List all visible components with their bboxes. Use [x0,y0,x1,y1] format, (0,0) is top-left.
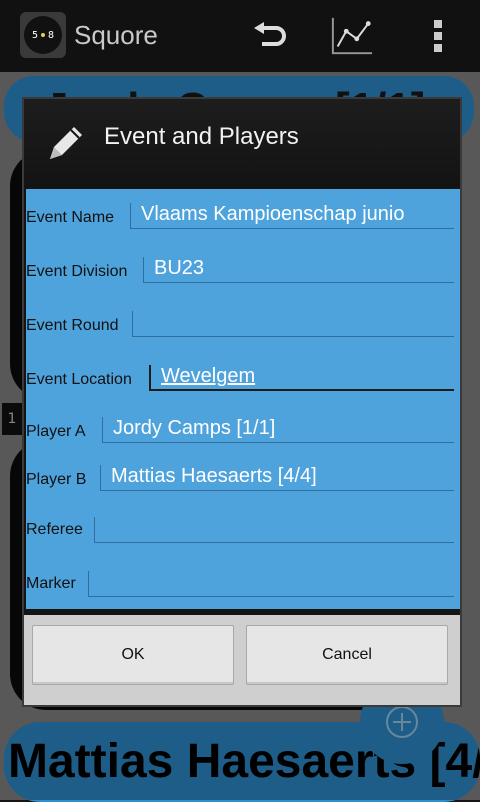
event-round-row: Event Round [26,297,460,351]
cancel-button[interactable]: Cancel [246,625,448,685]
player-a-input[interactable]: Jordy Camps [1/1] [102,417,454,443]
event-name-row: Event Name Vlaams Kampioenschap junio [26,189,460,243]
event-name-label: Event Name [26,209,115,226]
event-players-form: Event Name Vlaams Kampioenschap junio Ev… [26,189,460,609]
dialog-title: Event and Players [104,123,299,150]
logo-digit-left: 5 [31,29,38,41]
event-division-label: Event Division [26,263,128,280]
referee-input[interactable] [94,517,454,543]
app-title: Squore [74,20,158,50]
graph-icon[interactable] [330,14,374,58]
pencil-icon [42,121,88,167]
event-players-dialog: Event and Players Event Name Vlaams Kamp… [22,97,462,707]
overflow-menu-icon[interactable] [416,14,460,58]
logo-digit-right: 8 [48,29,55,41]
player-b-input[interactable]: Mattias Haesaerts [4/4] [100,465,454,491]
marker-row: Marker [26,557,460,609]
player-b-label: Player B [26,471,87,488]
event-division-row: Event Division BU23 [26,243,460,297]
app-logo[interactable]: 5 8 [20,12,66,58]
event-round-label: Event Round [26,317,119,334]
app-bar: 5 8 Squore [0,0,480,72]
player-b-row: Player B Mattias Haesaerts [4/4] [26,455,460,503]
marker-label: Marker [26,575,76,592]
logo-dot [41,33,45,37]
dialog-header: Event and Players [24,99,460,187]
event-location-row: Event Location Wevelgem [26,351,460,405]
marker-input[interactable] [88,571,454,597]
event-round-input[interactable] [132,311,454,337]
event-location-label: Event Location [26,371,132,388]
player-a-row: Player A Jordy Camps [1/1] [26,405,460,455]
referee-label: Referee [26,521,83,538]
event-division-input[interactable]: BU23 [143,257,454,283]
referee-row: Referee [26,503,460,557]
undo-icon[interactable] [248,14,292,58]
logo-ring: 5 8 [24,16,62,54]
player-a-label: Player A [26,423,86,440]
event-location-input[interactable]: Wevelgem [149,365,454,391]
event-name-input[interactable]: Vlaams Kampioenschap junio [130,203,454,229]
ok-button[interactable]: OK [32,625,234,685]
dialog-button-bar: OK Cancel [24,615,460,705]
